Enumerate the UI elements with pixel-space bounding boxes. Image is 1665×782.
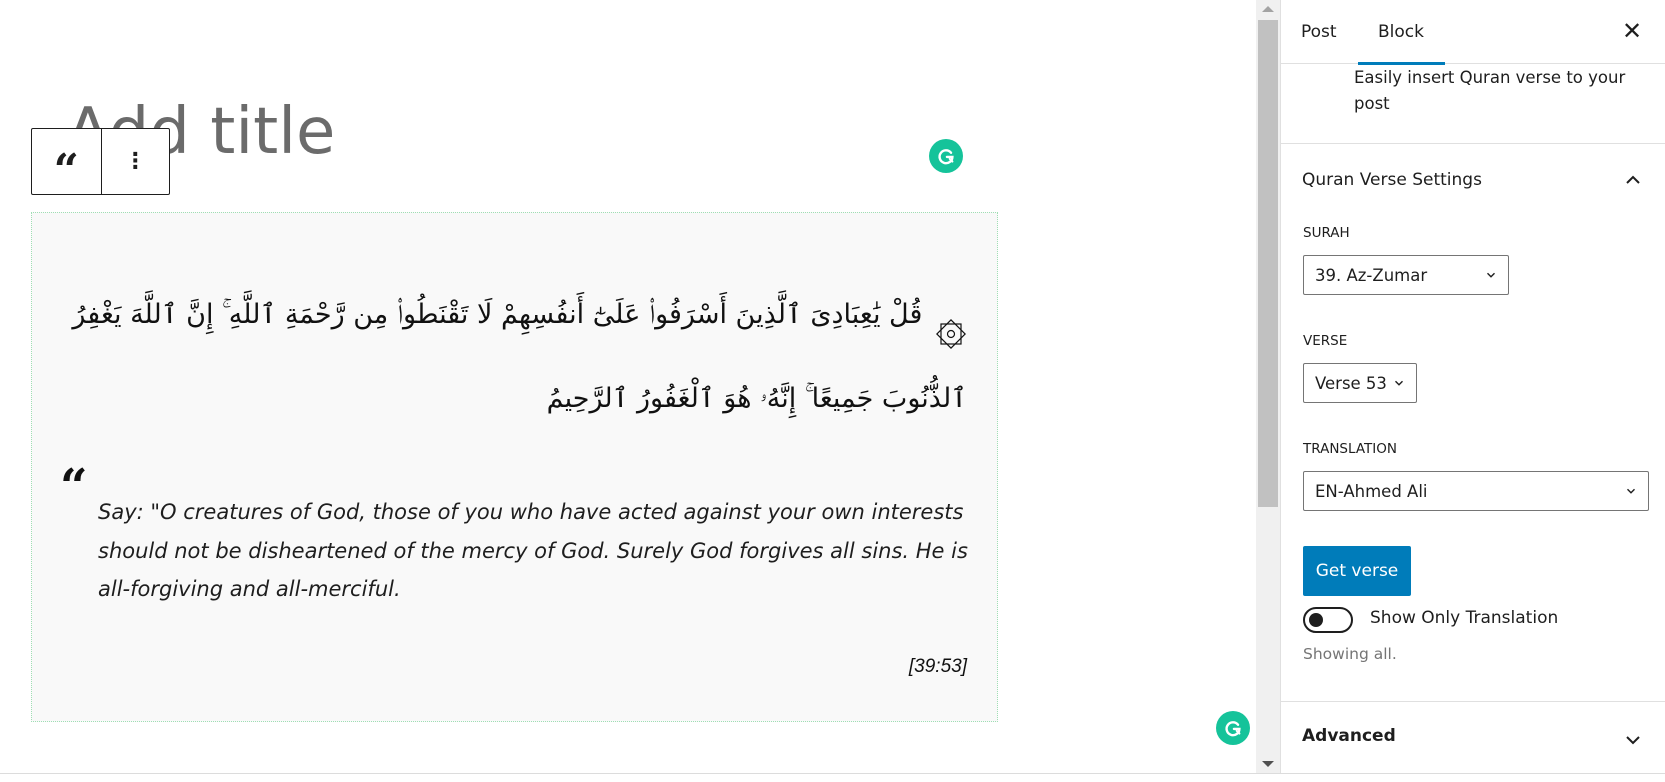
panel-collapse-button[interactable]: [1621, 168, 1645, 192]
chevron-down-icon: [1627, 488, 1635, 494]
arabic-text: قُلْ يَٰعِبَادِىَ ٱلَّذِينَ أَسْرَفُوا۟ …: [72, 299, 967, 414]
quran-verse-block[interactable]: قُلْ يَٰعِبَادِىَ ٱلَّذِينَ أَسْرَفُوا۟ …: [31, 212, 998, 722]
grammarly-icon[interactable]: [929, 139, 963, 173]
verse-select-value: Verse 53: [1315, 373, 1387, 393]
advanced-expand-button[interactable]: [1621, 728, 1645, 752]
quote-mark-icon: “: [60, 459, 88, 515]
bottom-border: [0, 773, 1665, 774]
settings-sidebar: Post Block ✕ Easily insert Quran verse t…: [1280, 0, 1665, 773]
sidebar-header: Post Block ✕: [1281, 0, 1665, 65]
grammarly-icon[interactable]: [1216, 711, 1250, 745]
surah-select-value: 39. Az-Zumar: [1315, 265, 1428, 285]
verse-translation: Say: "O creatures of God, those of you w…: [98, 500, 968, 601]
show-only-translation-label[interactable]: Show Only Translation: [1370, 608, 1558, 628]
show-only-translation-toggle[interactable]: [1303, 607, 1353, 633]
surah-label: Surah: [1303, 225, 1350, 241]
chevron-down-icon: [1626, 736, 1640, 745]
rub-el-hizb-icon: [935, 300, 967, 349]
surah-select[interactable]: 39. Az-Zumar: [1303, 255, 1509, 295]
chevron-up-icon: [1626, 175, 1640, 184]
tab-block[interactable]: Block: [1358, 0, 1445, 65]
translation-select-value: EN-Ahmed Ali: [1315, 481, 1428, 501]
verse-select[interactable]: Verse 53: [1303, 363, 1417, 403]
close-sidebar-button[interactable]: ✕: [1617, 16, 1647, 46]
more-vertical-icon: ⋮: [124, 148, 147, 174]
arrow-up-icon: [1262, 6, 1274, 12]
toggle-knob: [1309, 613, 1323, 627]
arrow-down-icon: [1262, 761, 1274, 767]
divider: [1281, 701, 1665, 702]
block-options-button[interactable]: ⋮: [100, 129, 170, 194]
divider: [1281, 143, 1665, 144]
block-toolbar: “ ⋮: [31, 128, 170, 195]
scroll-down-button[interactable]: [1256, 755, 1280, 773]
verse-label: Verse: [1303, 333, 1348, 349]
toggle-help-text: Showing all.: [1303, 645, 1397, 663]
translation-select[interactable]: EN-Ahmed Ali: [1303, 471, 1649, 511]
chevron-down-icon: [1395, 380, 1403, 386]
arabic-verse: قُلْ يَٰعِبَادِىَ ٱلَّذِينَ أَسْرَفُوا۟ …: [62, 273, 967, 441]
tab-post[interactable]: Post: [1281, 0, 1357, 64]
editor-canvas: Add title “ ⋮ قُلْ يَٰعِبَادِىَ ٱلَّذِين…: [0, 0, 1256, 773]
verse-reference: [39:53]: [908, 656, 967, 677]
advanced-panel-title[interactable]: Advanced: [1302, 726, 1396, 746]
get-verse-button[interactable]: Get verse: [1303, 546, 1411, 596]
quote-icon: “: [53, 144, 79, 196]
block-type-button[interactable]: “: [32, 129, 101, 194]
scroll-up-button[interactable]: [1256, 0, 1280, 18]
panel-title[interactable]: Quran Verse Settings: [1302, 170, 1482, 190]
editor-scrollbar[interactable]: [1256, 0, 1280, 773]
chevron-down-icon: [1487, 272, 1495, 278]
close-icon: ✕: [1621, 17, 1643, 45]
scroll-thumb[interactable]: [1258, 20, 1278, 507]
block-description: Easily insert Quran verse to your post: [1354, 68, 1626, 113]
translation-label: Translation: [1303, 441, 1397, 457]
